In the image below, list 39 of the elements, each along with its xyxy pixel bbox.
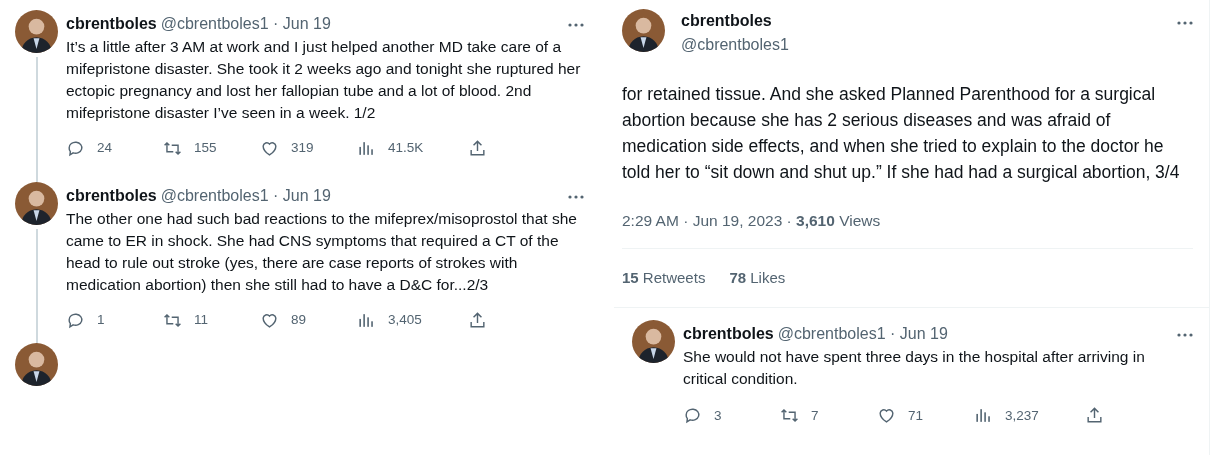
avatar-icon[interactable] (15, 342, 58, 386)
reply-icon[interactable] (66, 310, 85, 330)
tweet-text: The other one had such bad reactions to the mifeprex/misoprostol that she came to ER in shock. She had CNS symptoms that required a CT of the head to rule out stroke (yes, there are case reports of strokes with medication abortion) then she still had to have a D&C for...2/3 (66, 209, 578, 296)
share-icon[interactable] (468, 310, 487, 330)
likes-link[interactable]: 78 Likes (729, 267, 786, 290)
like-count: 71 (908, 406, 924, 425)
avatar-icon[interactable] (15, 182, 58, 226)
retweet-count: 11 (194, 311, 208, 330)
share-icon[interactable] (1085, 406, 1104, 426)
avatar-icon[interactable] (15, 10, 58, 53)
retweet-count: 7 (811, 406, 819, 425)
tweet-meta: @cbrentboles1 · Jun 19 (160, 14, 331, 34)
tweet-meta: @cbrentboles1 · Jun 19 (160, 186, 331, 207)
tweet-text: for retained tissue. And she asked Planned Parenthood for a surgical abortion because she has 2 serious diseases and was afraid of medication side effects, and when she tried to explain to the doctor he told her to “sit down and shut up.” If she had had a surgical abortion, 3/4 (622, 83, 1181, 184)
tweet-meta: @cbrentboles1 · Jun 19 (777, 323, 948, 344)
reply-count: 3 (714, 406, 722, 425)
heart-icon[interactable] (877, 406, 896, 426)
user-name[interactable]: cbrentboles (681, 9, 789, 33)
avatar-icon[interactable] (622, 9, 665, 52)
like-count: 89 (291, 311, 307, 330)
view-count: 3,237 (1005, 406, 1039, 425)
user-name[interactable]: cbrentboles (66, 12, 157, 36)
retweet-count: 155 (194, 139, 217, 157)
retweets-link[interactable]: 15 Retweets (622, 267, 706, 290)
user-name[interactable]: cbrentboles (66, 184, 157, 209)
reply-count: 24 (97, 139, 113, 157)
avatar-icon[interactable] (632, 319, 675, 363)
tweet-text: She would not have spent three days in the hospital after arriving in critical condition. (683, 346, 1146, 389)
reply-icon[interactable] (683, 406, 702, 426)
user-name[interactable]: cbrentboles (683, 321, 774, 346)
like-count: 319 (291, 139, 314, 157)
tweet-timestamp: 2:29 AM · Jun 19, 2023 · 3,610 Views (622, 211, 882, 231)
user-handle[interactable]: @cbrentboles1 (681, 33, 789, 57)
reply-icon[interactable] (66, 138, 85, 158)
view-count: 3,405 (388, 311, 422, 330)
reply-count: 1 (97, 311, 105, 330)
view-count: 41.5K (388, 139, 424, 157)
share-icon[interactable] (468, 138, 487, 158)
tweet-text: It’s a little after 3 AM at work and I just helped another MD take care of a mifepristone disaster. She took it 2 weeks ago and tonight she ruptured her ectopic pregnancy and lost her fallopian tube and a lot of blood. 2nd mifepristone disaster I’ve seen in a week. 1/2 (66, 37, 582, 123)
